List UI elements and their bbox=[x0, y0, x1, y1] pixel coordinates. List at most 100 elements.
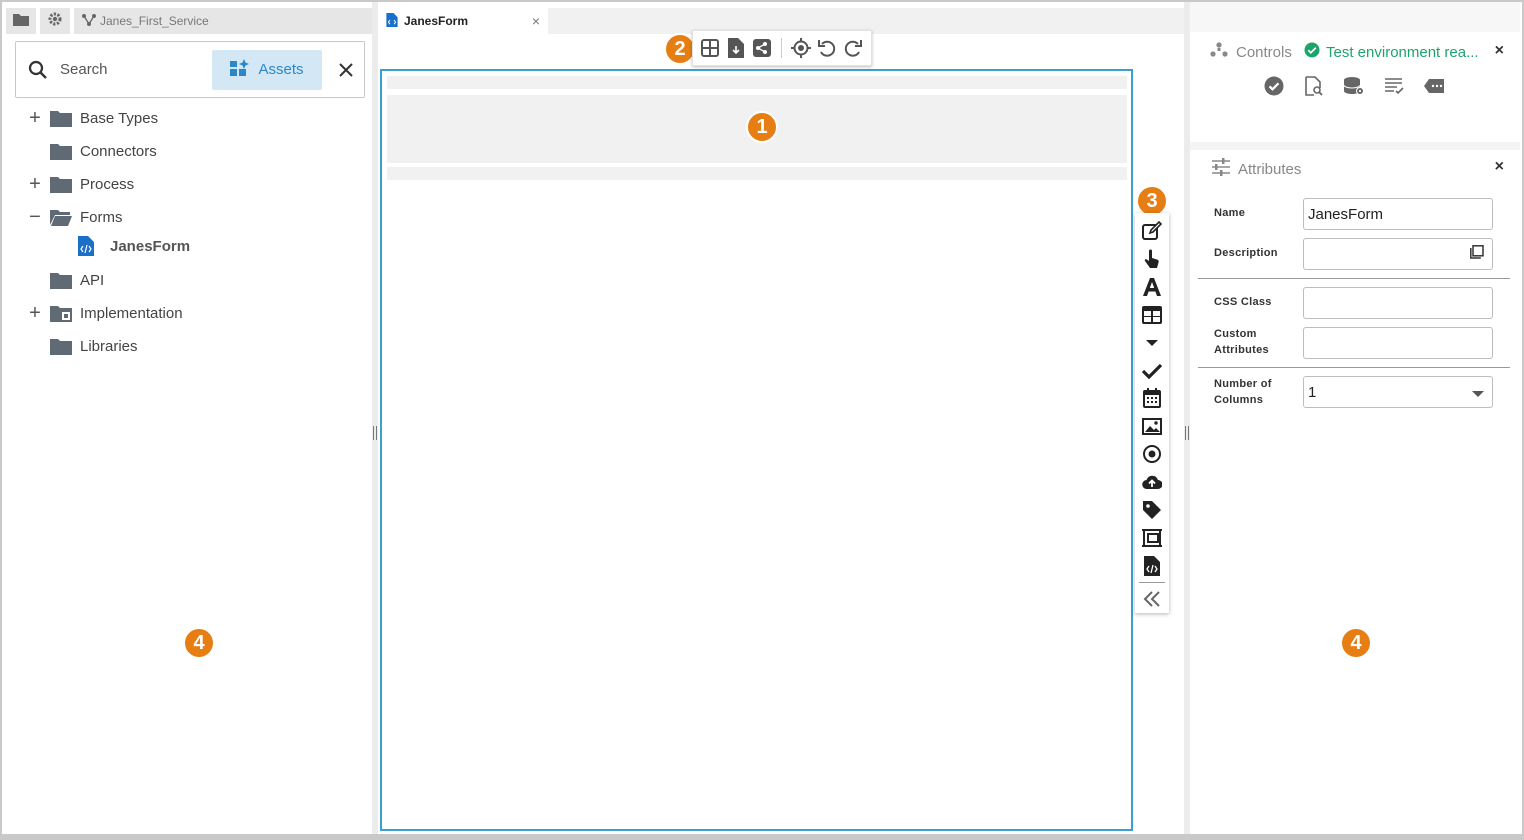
code-file-icon[interactable] bbox=[1138, 552, 1166, 580]
test-environment-status[interactable]: Test environment rea... bbox=[1304, 42, 1479, 62]
checkbox-icon[interactable] bbox=[1138, 357, 1166, 385]
service-icon bbox=[82, 13, 96, 29]
image-icon[interactable] bbox=[1138, 412, 1166, 440]
upload-cloud-icon[interactable] bbox=[1138, 468, 1166, 496]
description-field[interactable] bbox=[1303, 238, 1493, 270]
css-class-label: CSS Class bbox=[1214, 296, 1272, 308]
grid-icon[interactable] bbox=[699, 36, 721, 60]
calendar-icon[interactable] bbox=[1138, 385, 1166, 413]
custom-attributes-field[interactable] bbox=[1303, 327, 1493, 359]
tree-item-connectors[interactable]: Connectors bbox=[22, 135, 362, 168]
tree-item-label: Implementation bbox=[80, 305, 183, 322]
folder-icon bbox=[50, 176, 74, 193]
tree-item-janesform[interactable]: JanesForm bbox=[22, 234, 362, 258]
right-panel: Controls Test environment rea... × Attri… bbox=[1190, 2, 1520, 834]
name-field[interactable]: JanesForm bbox=[1303, 198, 1493, 230]
label-tag-icon[interactable] bbox=[1422, 74, 1446, 98]
implementation-folder-icon bbox=[50, 305, 74, 322]
radio-icon[interactable] bbox=[1138, 440, 1166, 468]
tree-item-label: Forms bbox=[80, 209, 123, 226]
left-splitter-handle[interactable] bbox=[373, 426, 377, 440]
custom-attributes-label: Custom Attributes bbox=[1214, 326, 1269, 358]
left-panel: Janes_First_Service Search Assets + Base… bbox=[2, 2, 372, 834]
service-tab[interactable]: Janes_First_Service bbox=[74, 8, 372, 34]
number-of-columns-label: Number of Columns bbox=[1214, 376, 1272, 408]
expand-icon[interactable]: + bbox=[22, 107, 48, 129]
target-icon[interactable] bbox=[790, 36, 812, 60]
fields-divider bbox=[1198, 367, 1510, 368]
tree-item-libraries[interactable]: Libraries bbox=[22, 330, 362, 363]
expand-spacer bbox=[22, 271, 48, 291]
control-palette bbox=[1135, 213, 1169, 613]
gear-icon bbox=[47, 11, 63, 32]
database-settings-icon[interactable] bbox=[1342, 74, 1366, 98]
custom-attributes-label-line2: Attributes bbox=[1214, 344, 1269, 356]
expand-icon[interactable]: + bbox=[22, 173, 48, 195]
number-of-columns-select[interactable]: 1 bbox=[1303, 376, 1493, 408]
service-name: Janes_First_Service bbox=[100, 14, 209, 28]
expand-editor-icon[interactable] bbox=[1470, 245, 1484, 263]
edit-icon[interactable] bbox=[1138, 217, 1166, 245]
description-label: Description bbox=[1214, 247, 1278, 259]
dropdown-icon[interactable] bbox=[1138, 329, 1166, 357]
tab-janesform[interactable]: JanesForm × bbox=[378, 8, 548, 34]
controls-header: Controls bbox=[1210, 42, 1292, 62]
tree-item-label: API bbox=[80, 272, 105, 289]
left-tabbar: Janes_First_Service bbox=[2, 8, 372, 34]
tab-close-icon[interactable]: × bbox=[532, 13, 540, 29]
folder-icon bbox=[50, 110, 74, 127]
tree-item-base-types[interactable]: + Base Types bbox=[22, 102, 362, 135]
palette-divider bbox=[1139, 581, 1165, 583]
collapse-double-chevron-icon[interactable] bbox=[1138, 585, 1166, 613]
right-top-strip bbox=[1190, 2, 1520, 32]
form-canvas[interactable]: 1 bbox=[380, 69, 1133, 831]
tree-item-process[interactable]: + Process bbox=[22, 168, 362, 201]
right-splitter-handle[interactable] bbox=[1185, 426, 1189, 440]
pointer-hand-icon[interactable] bbox=[1138, 245, 1166, 273]
import-file-icon[interactable] bbox=[725, 36, 747, 60]
close-attributes-icon[interactable]: × bbox=[1495, 158, 1504, 176]
form-row-top[interactable] bbox=[387, 76, 1127, 89]
assets-button[interactable]: Assets bbox=[212, 49, 322, 90]
folder-icon bbox=[50, 143, 74, 160]
tree-item-api[interactable]: API bbox=[22, 264, 362, 297]
inspect-document-icon[interactable] bbox=[1302, 74, 1326, 98]
controls-panel: Controls Test environment rea... × bbox=[1190, 32, 1520, 142]
search-input[interactable]: Search bbox=[60, 61, 212, 78]
form-row-bottom[interactable] bbox=[387, 167, 1127, 180]
test-environment-text: Test environment rea... bbox=[1326, 43, 1479, 61]
search-icon[interactable] bbox=[16, 60, 60, 80]
folder-open-icon bbox=[50, 209, 74, 226]
tree-item-label: Base Types bbox=[80, 110, 159, 127]
folder-icon bbox=[13, 12, 29, 31]
css-class-field[interactable] bbox=[1303, 287, 1493, 319]
share-icon[interactable] bbox=[751, 36, 773, 60]
text-icon[interactable] bbox=[1138, 273, 1166, 301]
close-controls-icon[interactable]: × bbox=[1495, 42, 1504, 60]
tree-item-forms[interactable]: − Forms bbox=[22, 201, 362, 234]
frame-icon[interactable] bbox=[1138, 524, 1166, 552]
tree-item-label: Libraries bbox=[80, 338, 138, 355]
editor-area: JanesForm × 2 1 3 bbox=[378, 2, 1184, 834]
sliders-icon bbox=[1212, 158, 1230, 180]
undo-icon[interactable] bbox=[816, 36, 838, 60]
tree-item-implementation[interactable]: + Implementation bbox=[22, 297, 362, 330]
tag-icon[interactable] bbox=[1138, 496, 1166, 524]
collapse-icon[interactable]: − bbox=[22, 206, 48, 228]
folder-tab[interactable] bbox=[6, 8, 36, 34]
settings-tab[interactable] bbox=[40, 8, 70, 34]
custom-attributes-label-line1: Custom bbox=[1214, 328, 1257, 340]
toolbar-divider bbox=[781, 38, 782, 58]
expand-icon[interactable]: + bbox=[22, 302, 48, 324]
name-label: Name bbox=[1214, 207, 1246, 219]
validate-icon[interactable] bbox=[1262, 74, 1286, 98]
fields-divider bbox=[1198, 278, 1510, 279]
controls-title: Controls bbox=[1236, 43, 1292, 61]
close-icon[interactable] bbox=[328, 50, 364, 90]
table-icon[interactable] bbox=[1138, 301, 1166, 329]
redo-icon[interactable] bbox=[842, 36, 864, 60]
controls-icon-row bbox=[1262, 74, 1446, 98]
tab-label: JanesForm bbox=[404, 14, 469, 28]
callout-badge-4-right: 4 bbox=[1340, 627, 1372, 659]
list-check-icon[interactable] bbox=[1382, 74, 1406, 98]
